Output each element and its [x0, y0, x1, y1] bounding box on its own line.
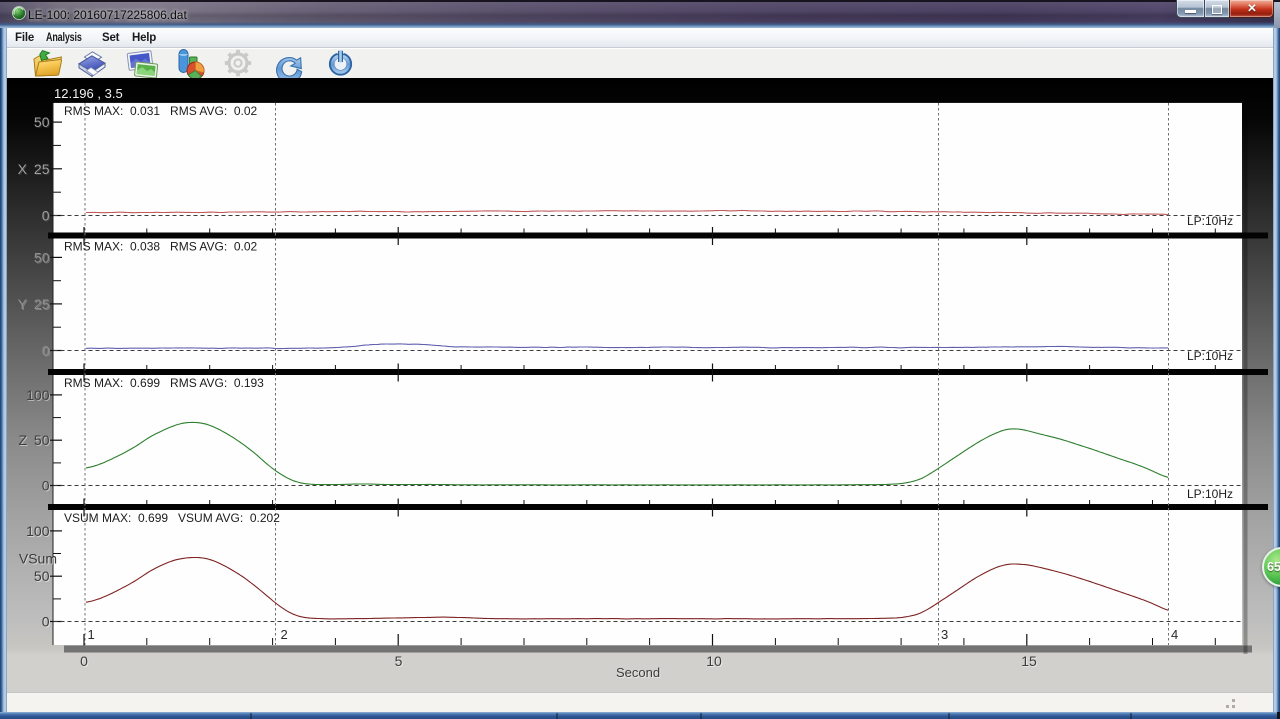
svg-text:0: 0 [42, 614, 50, 630]
svg-text:1: 1 [88, 627, 95, 642]
svg-text:50: 50 [34, 114, 50, 130]
svg-text:12.196 , 3.5: 12.196 , 3.5 [54, 86, 123, 101]
svg-text:25: 25 [34, 161, 50, 177]
svg-text:0: 0 [42, 478, 50, 494]
svg-text:100: 100 [26, 387, 50, 403]
svg-text:0: 0 [80, 653, 88, 669]
svg-text:100: 100 [26, 523, 50, 539]
svg-text:LP:10Hz: LP:10Hz [1187, 214, 1233, 228]
svg-text:VSum: VSum [19, 551, 57, 567]
svg-text:RMS MAX: 0.038 RMS AVG: 0.: RMS MAX: 0.038 RMS AVG: 0.02 [64, 240, 258, 254]
svg-text:LP:10Hz: LP:10Hz [1187, 487, 1233, 501]
svg-text:VSUM MAX: 0.699 VSUM AVG:: VSUM MAX: 0.699 VSUM AVG: 0.202 [64, 511, 280, 525]
svg-text:5: 5 [395, 653, 403, 669]
svg-text:2: 2 [281, 627, 288, 642]
svg-text:15: 15 [1021, 653, 1037, 669]
svg-text:RMS MAX: 0.699 RMS AVG: 0.: RMS MAX: 0.699 RMS AVG: 0.193 [64, 376, 264, 390]
svg-text:LP:10Hz: LP:10Hz [1187, 349, 1233, 363]
svg-text:0: 0 [42, 343, 50, 359]
svg-text:3: 3 [941, 627, 948, 642]
svg-text:50: 50 [34, 249, 50, 265]
svg-text:50: 50 [34, 432, 50, 448]
svg-text:Z: Z [18, 432, 27, 448]
svg-text:0: 0 [42, 208, 50, 224]
svg-text:RMS MAX: 0.031 RMS AVG: 0.: RMS MAX: 0.031 RMS AVG: 0.02 [64, 104, 258, 118]
svg-text:10: 10 [706, 653, 722, 669]
svg-text:Second: Second [616, 665, 660, 680]
svg-text:50: 50 [34, 568, 50, 584]
svg-text:4: 4 [1171, 627, 1178, 642]
svg-text:Y: Y [18, 296, 28, 312]
svg-text:X: X [18, 161, 28, 177]
svg-text:25: 25 [34, 296, 50, 312]
